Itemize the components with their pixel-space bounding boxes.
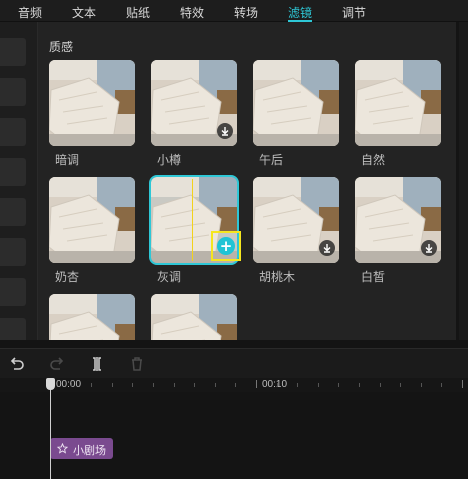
filter-thumbnail[interactable]: [253, 60, 339, 146]
filter-name: 小樽: [157, 153, 182, 167]
timeline-track-area[interactable]: [0, 392, 468, 479]
filter-name: 自然: [361, 153, 386, 167]
sidebar-item[interactable]: [0, 118, 26, 146]
ruler-tick: [256, 380, 257, 388]
download-icon[interactable]: [421, 240, 437, 256]
download-icon[interactable]: [217, 123, 233, 139]
filter-thumbnail[interactable]: [355, 60, 441, 146]
sidebar-item[interactable]: [0, 198, 26, 226]
tab-filters[interactable]: 滤镜: [288, 4, 312, 21]
filter-thumbnail[interactable]: [151, 294, 237, 340]
effect-clip[interactable]: 小剧场: [50, 438, 113, 459]
ruler-tick: [194, 383, 196, 387]
ruler-tick: [91, 383, 93, 387]
filter-thumbnail[interactable]: [49, 294, 135, 340]
filter-panel: 质感 暗调 小樽 午后 自然奶杏 + 灰调 胡桃木 白皙: [38, 22, 456, 340]
ruler-tick: [400, 383, 402, 387]
ruler-tick: [317, 383, 319, 387]
sidebar-item[interactable]: [0, 38, 26, 66]
trash-icon[interactable]: [128, 355, 146, 373]
split-icon[interactable]: [88, 355, 106, 373]
filter-name: 奶杏: [55, 270, 80, 284]
ruler-tick: [420, 383, 422, 387]
plus-icon[interactable]: +: [217, 237, 235, 255]
filter-category-sidebar: [0, 22, 38, 340]
sidebar-item[interactable]: [0, 318, 26, 340]
highlight-box: +: [211, 231, 241, 261]
tab-adjust[interactable]: 调节: [342, 4, 366, 21]
tab-bar: 音频 文本 贴纸 特效 转场 滤镜 调节: [0, 0, 468, 22]
panel-scrollbar[interactable]: [459, 22, 468, 340]
filter-thumbnail[interactable]: [49, 60, 135, 146]
sidebar-item[interactable]: [0, 278, 26, 306]
time-label-start: 00:00: [56, 379, 82, 390]
playhead-line: [50, 378, 51, 479]
tab-text[interactable]: 文本: [72, 4, 96, 21]
tab-effects[interactable]: 特效: [180, 4, 204, 21]
ruler-tick: [297, 383, 299, 387]
ruler-tick: [276, 383, 278, 387]
timeline-toolbar: [0, 348, 468, 378]
clip-label: 小剧场: [73, 445, 106, 457]
tab-audio[interactable]: 音频: [18, 4, 42, 21]
filter-thumbnail[interactable]: [49, 177, 135, 263]
ruler-tick: [132, 383, 134, 387]
ruler-tick: [111, 383, 113, 387]
undo-icon[interactable]: [8, 355, 26, 373]
filter-name: 暗调: [55, 153, 80, 167]
redo-icon[interactable]: [48, 355, 66, 373]
ruler-tick: [214, 383, 216, 387]
ruler-tick: [173, 383, 175, 387]
ruler-tick: [359, 383, 360, 387]
timeline-ruler[interactable]: 00:00 00:10: [0, 378, 468, 392]
filter-name: 灰调: [157, 270, 182, 284]
filter-name: 胡桃木: [259, 270, 296, 284]
ruler-tick: [70, 383, 72, 387]
sidebar-item[interactable]: [0, 158, 26, 186]
section-title: 质感: [49, 40, 74, 54]
tab-transitions[interactable]: 转场: [234, 4, 258, 21]
sidebar-item[interactable]: [0, 78, 26, 106]
ruler-tick: [153, 383, 154, 387]
download-icon[interactable]: [319, 240, 335, 256]
ruler-tick: [379, 383, 381, 387]
compare-split-line: [192, 179, 193, 261]
ruler-tick: [235, 383, 237, 387]
star-icon: [57, 443, 68, 454]
playhead-handle[interactable]: [46, 378, 55, 390]
tab-stickers[interactable]: 贴纸: [126, 4, 150, 21]
ruler-tick: [462, 380, 463, 388]
sidebar-item[interactable]: [0, 238, 26, 266]
filter-name: 午后: [259, 153, 284, 167]
ruler-tick: [338, 383, 340, 387]
ruler-tick: [441, 383, 443, 387]
time-label-10s: 00:10: [262, 379, 288, 390]
filter-name: 白皙: [361, 270, 386, 284]
